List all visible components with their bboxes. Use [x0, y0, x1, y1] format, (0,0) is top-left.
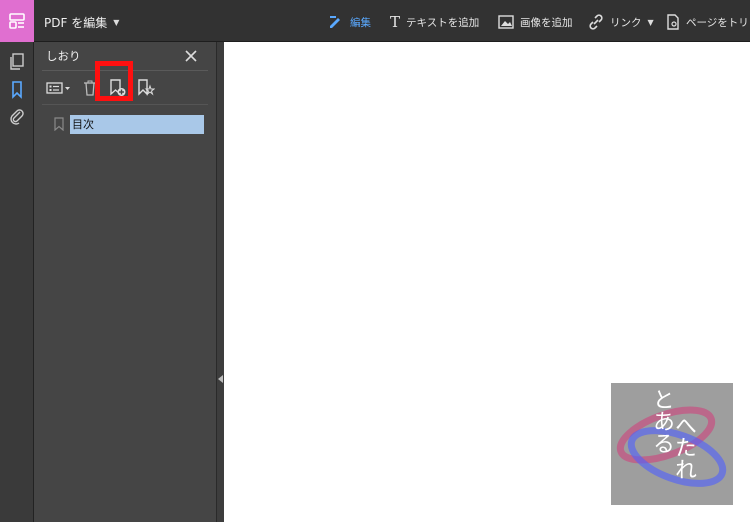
chevron-down-icon: ▼ [647, 17, 654, 27]
highlight-annotation [95, 61, 133, 101]
navigation-rail [0, 42, 34, 522]
link-icon [589, 14, 603, 30]
panel-splitter[interactable] [216, 42, 224, 522]
tool-title-dropdown[interactable]: PDF を編集 ▼ [44, 14, 119, 31]
crop-page-icon [667, 14, 679, 30]
edit-button[interactable]: 編集 [328, 12, 371, 32]
watermark-text-right: へたれ [671, 414, 696, 480]
crop-page-button[interactable]: ページをトリ [666, 12, 749, 32]
bookmark-icon[interactable] [7, 80, 27, 100]
add-text-label: テキストを追加 [406, 16, 480, 29]
watermark-text-left: とある [649, 388, 674, 454]
bookmark-star-button[interactable] [136, 78, 156, 98]
bookmark-item-icon [54, 117, 64, 131]
top-toolbar: PDF を編集 ▼ 編集 T テキストを追加 画像を追加 リンク ▼ ページをト… [0, 0, 750, 42]
link-button[interactable]: リンク ▼ [588, 12, 654, 32]
bookmarks-panel: しおり 目次 [34, 42, 216, 522]
options-menu-button[interactable] [46, 78, 72, 98]
edit-icon [330, 16, 340, 28]
edit-label: 編集 [350, 16, 371, 29]
pages-icon[interactable] [7, 52, 27, 72]
tool-title: PDF を編集 [44, 16, 108, 30]
watermark-logo: とある へたれ [611, 383, 733, 505]
close-icon[interactable] [184, 48, 198, 62]
chevron-down-icon: ▼ [113, 18, 120, 27]
crop-page-label: ページをトリ [686, 16, 749, 29]
bookmark-star-icon [138, 79, 155, 96]
image-icon [498, 15, 514, 29]
add-text-button[interactable]: T テキストを追加 [390, 12, 479, 32]
panel-title: しおり [46, 49, 81, 63]
add-image-label: 画像を追加 [520, 16, 573, 29]
bookmark-item[interactable]: 目次 [54, 114, 214, 134]
options-menu-icon [46, 82, 70, 94]
add-image-button[interactable]: 画像を追加 [498, 12, 573, 32]
divider [42, 104, 208, 105]
collapse-arrow-icon[interactable] [218, 375, 223, 383]
bookmark-item-label[interactable]: 目次 [70, 114, 204, 134]
text-icon: T [390, 13, 401, 31]
attachment-icon[interactable] [7, 106, 27, 126]
link-label: リンク [610, 16, 642, 29]
edit-pdf-tool-icon[interactable] [0, 0, 34, 42]
